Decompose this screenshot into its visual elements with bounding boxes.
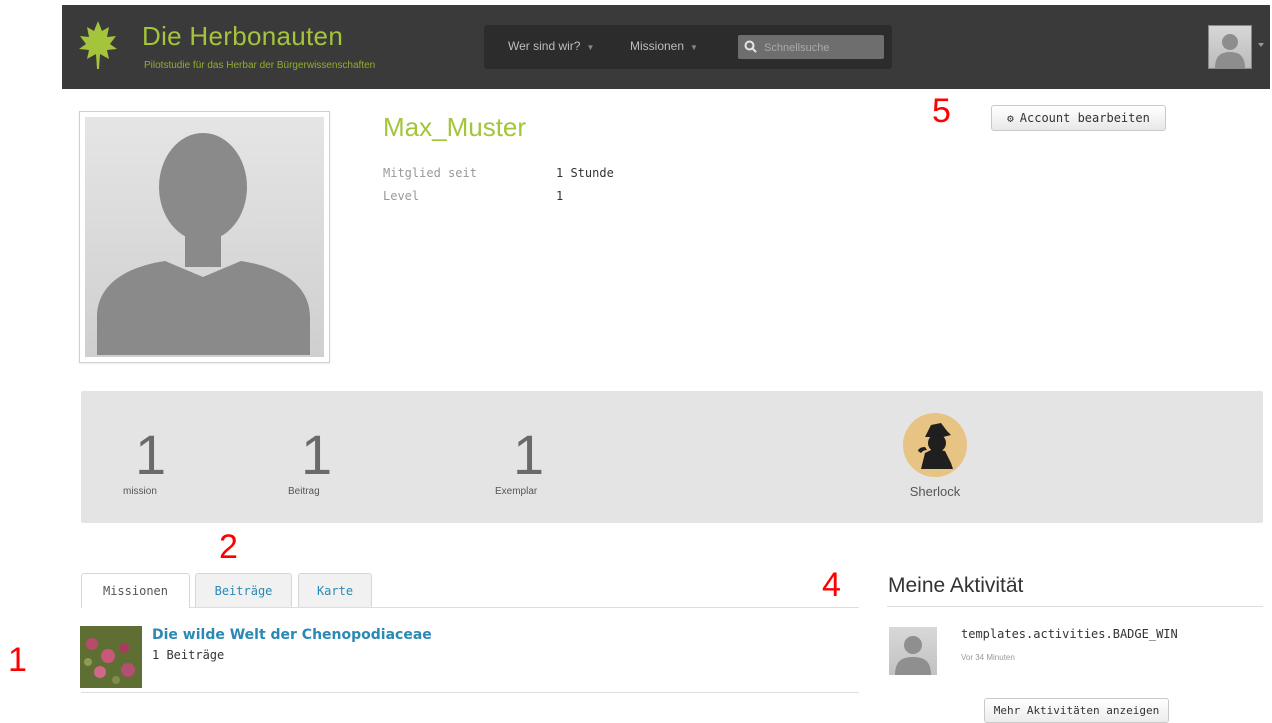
menu-item-label: Wer sind wir? <box>508 39 581 53</box>
search-input[interactable] <box>762 38 884 58</box>
stats-panel: 1 mission 1 Beitrag 1 Exemplar Sherlock <box>81 391 1263 523</box>
beitrag-count: 1 <box>301 423 333 486</box>
tab-missionen[interactable]: Missionen <box>81 573 190 608</box>
tab-label: Beiträge <box>214 583 273 598</box>
main-menu: Wer sind wir? ▼ Missionen ▼ <box>484 25 892 69</box>
beitrag-count-label: Beitrag <box>288 486 320 497</box>
sherlock-silhouette-icon[interactable] <box>903 413 967 477</box>
member-since-label: Mitglied seit <box>383 166 477 180</box>
mission-thumbnail[interactable] <box>80 626 142 688</box>
annotation-2: 2 <box>219 528 238 566</box>
tabs-divider <box>81 607 859 608</box>
mission-count: 1 <box>135 423 167 486</box>
maple-leaf-icon[interactable] <box>78 19 118 71</box>
menu-item-wer-sind-wir[interactable]: Wer sind wir? ▼ <box>508 39 594 53</box>
activity-text: templates.activities.BADGE_WIN <box>961 627 1178 641</box>
chevron-down-icon: ▼ <box>690 43 698 52</box>
annotation-4: 4 <box>822 566 841 604</box>
chevron-down-icon[interactable] <box>1258 43 1264 47</box>
tab-beitraege[interactable]: Beiträge <box>195 573 292 607</box>
more-activities-button[interactable]: Mehr Aktivitäten anzeigen <box>984 698 1169 723</box>
mission-title-link[interactable]: Die wilde Welt der Chenopodiaceae <box>152 627 432 643</box>
menu-item-label: Missionen <box>630 39 685 53</box>
gear-icon: ⚙ <box>1007 111 1014 125</box>
avatar-silhouette-icon <box>85 117 324 357</box>
profile-username: Max_Muster <box>383 112 527 142</box>
badge-label: Sherlock <box>909 484 961 499</box>
level-label: Level <box>383 189 420 203</box>
exemplar-count-label: Exemplar <box>495 486 538 497</box>
activity-divider <box>887 606 1263 607</box>
brand-subtitle: Pilotstudie für das Herbar der Bürgerwis… <box>144 60 376 71</box>
menu-item-missionen[interactable]: Missionen ▼ <box>630 39 698 53</box>
annotation-5: 5 <box>932 92 951 130</box>
list-divider <box>81 692 859 693</box>
annotation-1: 1 <box>8 641 27 679</box>
activity-heading: Meine Aktivität <box>888 574 1024 597</box>
exemplar-count: 1 <box>513 423 545 486</box>
tab-label: Karte <box>316 583 354 598</box>
tab-karte[interactable]: Karte <box>298 573 372 607</box>
mission-subtitle: 1 Beiträge <box>152 648 225 662</box>
tab-label: Missionen <box>102 584 169 598</box>
user-avatar-icon[interactable] <box>1208 25 1252 69</box>
member-since-value: 1 Stunde <box>556 166 614 180</box>
top-navbar: Die Herbonauten Pilotstudie für das Herb… <box>62 5 1270 89</box>
activity-avatar <box>889 627 937 675</box>
more-activities-label: Mehr Aktivitäten anzeigen <box>993 704 1160 717</box>
brand-title[interactable]: Die Herbonauten <box>142 21 343 52</box>
chevron-down-icon: ▼ <box>586 43 595 52</box>
mission-count-label: mission <box>123 486 157 497</box>
level-value: 1 <box>556 189 564 203</box>
search-icon <box>744 40 757 53</box>
edit-account-button[interactable]: ⚙ Account bearbeiten <box>991 105 1166 131</box>
search-box[interactable] <box>738 35 884 59</box>
edit-account-label: Account bearbeiten <box>1019 111 1150 125</box>
profile-picture <box>79 111 330 363</box>
activity-timestamp: Vor 34 Minuten <box>961 653 1015 662</box>
